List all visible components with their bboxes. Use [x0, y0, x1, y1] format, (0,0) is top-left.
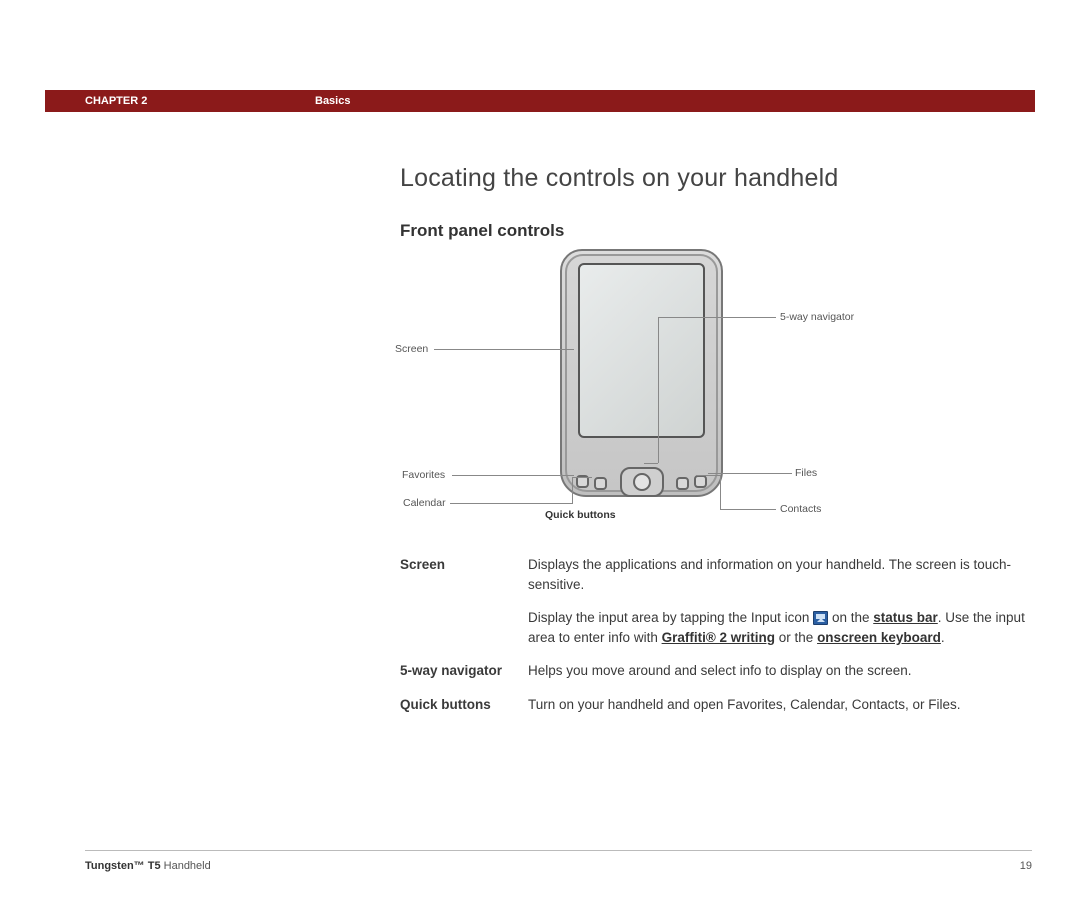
definition-screen: Screen Displays the applications and inf… [400, 555, 1040, 647]
product-bold: Tungsten™ T5 [85, 860, 161, 872]
quick-button-contacts [694, 475, 707, 488]
onscreen-keyboard-link[interactable]: onscreen keyboard [817, 630, 941, 645]
definition-quick-buttons: Quick buttons Turn on your handheld and … [400, 695, 1040, 715]
front-panel-diagram: Screen Favorites Calendar Quick buttons … [400, 249, 1040, 539]
leader-line [658, 317, 659, 463]
device-screen [578, 263, 705, 438]
body-navigator: Helps you move around and select info to… [528, 661, 1040, 681]
text: Display the input area by tapping the In… [528, 610, 813, 625]
page-number: 19 [1020, 860, 1032, 872]
five-way-navigator [620, 467, 664, 497]
screen-para2: Display the input area by tapping the In… [528, 608, 1040, 647]
leader-line [572, 477, 573, 504]
leader-line [696, 475, 720, 476]
product-name: Tungsten™ T5 Handheld [85, 860, 211, 872]
graffiti-link[interactable]: Graffiti® 2 writing [662, 630, 775, 645]
leader-line [720, 509, 776, 510]
device-controls-area [570, 465, 713, 505]
definition-navigator: 5-way navigator Helps you move around an… [400, 661, 1040, 681]
leader-line [452, 475, 574, 476]
leader-line [720, 475, 721, 510]
status-bar-link[interactable]: status bar [873, 610, 938, 625]
product-rest: Handheld [161, 860, 211, 872]
callout-five-way: 5-way navigator [780, 311, 854, 323]
text: on the [828, 610, 873, 625]
quick-button-files [676, 477, 689, 490]
term-quick-buttons: Quick buttons [400, 695, 528, 715]
chapter-header: CHAPTER 2 Basics [45, 90, 1035, 112]
leader-line [644, 463, 658, 464]
chapter-label: CHAPTER 2 [85, 95, 315, 107]
definitions-list: Screen Displays the applications and inf… [400, 555, 1040, 714]
footer-rule [85, 850, 1032, 851]
text: or the [775, 630, 817, 645]
page-footer: Tungsten™ T5 Handheld 19 [85, 860, 1032, 872]
callout-files: Files [795, 467, 817, 479]
page-content: Locating the controls on your handheld F… [400, 164, 1040, 714]
term-screen: Screen [400, 555, 528, 647]
callout-favorites: Favorites [402, 469, 445, 481]
callout-contacts: Contacts [780, 503, 821, 515]
input-icon [813, 611, 828, 625]
section-label: Basics [315, 95, 350, 107]
leader-line [434, 349, 574, 350]
page-title: Locating the controls on your handheld [400, 164, 1040, 193]
leader-line [658, 317, 776, 318]
callout-calendar: Calendar [403, 497, 446, 509]
leader-line [572, 477, 592, 478]
body-quick-buttons: Turn on your handheld and open Favorites… [528, 695, 1040, 715]
quick-button-calendar [594, 477, 607, 490]
term-navigator: 5-way navigator [400, 661, 528, 681]
screen-para1: Displays the applications and informatio… [528, 555, 1040, 594]
device-illustration [560, 249, 723, 511]
leader-line [708, 473, 792, 474]
section-heading: Front panel controls [400, 221, 1040, 241]
leader-line [450, 503, 572, 504]
body-screen: Displays the applications and informatio… [528, 555, 1040, 647]
callout-quick-buttons: Quick buttons [545, 509, 616, 521]
callout-screen: Screen [395, 343, 428, 355]
text: . [941, 630, 945, 645]
